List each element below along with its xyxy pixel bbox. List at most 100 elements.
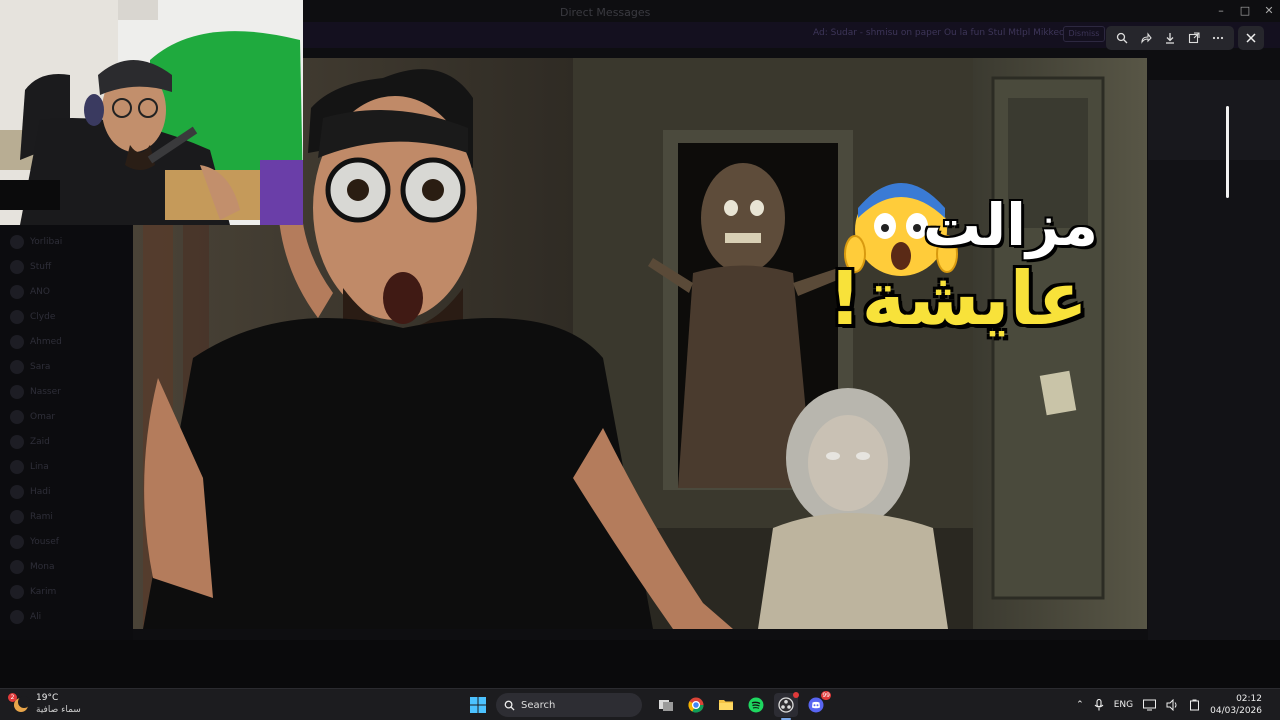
sidebar-dm-item[interactable]: Ali	[10, 608, 128, 626]
sidebar-dm-label: Karim	[30, 587, 57, 597]
sidebar-dm-item[interactable]: Mona	[10, 558, 128, 576]
avatar	[10, 260, 24, 274]
avatar	[10, 410, 24, 424]
weather-widget[interactable]: 2 19°C سماء صافية	[8, 692, 81, 716]
more-icon[interactable]	[1208, 28, 1228, 48]
sidebar-dm-item[interactable]: Yorlibai	[10, 233, 128, 251]
sidebar-dm-label: Clyde	[30, 312, 56, 322]
avatar	[10, 535, 24, 549]
language-indicator[interactable]: ENG	[1114, 700, 1133, 710]
background-sidebar: Yorlibai Stuff ANO Clyde Ahmed Sara Nasser Omar…	[0, 225, 133, 645]
sidebar-dm-item[interactable]: Zaid	[10, 433, 128, 451]
avatar	[10, 435, 24, 449]
open-external-icon[interactable]	[1184, 28, 1204, 48]
sidebar-dm-item[interactable]: Sara	[10, 358, 128, 376]
task-view-icon	[659, 700, 673, 711]
sidebar-dm-item[interactable]: Nasser	[10, 383, 128, 401]
taskbar-apps: Search 99	[466, 691, 831, 720]
sidebar-dm-label: Stuff	[30, 262, 52, 272]
background-footer	[0, 640, 1280, 688]
forward-icon[interactable]	[1136, 28, 1156, 48]
avatar	[10, 585, 24, 599]
discord-icon	[808, 697, 824, 713]
windows-start-button[interactable]	[466, 693, 490, 717]
weather-text: 19°C سماء صافية	[36, 692, 81, 716]
image-viewer-toolbar	[1106, 26, 1234, 50]
avatar	[10, 335, 24, 349]
weather-description: سماء صافية	[36, 705, 81, 715]
zoom-icon[interactable]	[1112, 28, 1132, 48]
sidebar-dm-label: ANO	[30, 287, 50, 297]
download-icon[interactable]	[1160, 28, 1180, 48]
sidebar-dm-item[interactable]: Omar	[10, 408, 128, 426]
file-explorer-app[interactable]	[714, 693, 738, 717]
clock[interactable]: 02:12 04/03/2026	[1210, 693, 1262, 717]
scrollbar-thumb[interactable]	[1226, 106, 1229, 198]
webcam-feed	[0, 0, 303, 225]
thumbnail-title-line2: عايشة!	[827, 256, 1088, 342]
volume-icon[interactable]	[1166, 699, 1179, 711]
avatar	[10, 610, 24, 624]
folder-icon	[719, 700, 733, 710]
sidebar-dm-item[interactable]: Stuff	[10, 258, 128, 276]
sidebar-dm-label: Rami	[30, 512, 53, 522]
viewer-close-button[interactable]	[1238, 26, 1264, 50]
webcam-overlay	[0, 0, 303, 225]
sidebar-dm-item[interactable]: Hadi	[10, 483, 128, 501]
sidebar-dm-label: Zaid	[30, 437, 50, 447]
background-window-title: Direct Messages	[560, 6, 651, 19]
background-right-header	[1148, 80, 1280, 160]
chevron-up-icon[interactable]: ⌃	[1076, 700, 1084, 710]
discord-app[interactable]: 99	[804, 691, 831, 717]
sidebar-dm-label: Yorlibai	[30, 237, 63, 247]
sidebar-dm-item[interactable]: Rami	[10, 508, 128, 526]
sidebar-dm-item[interactable]: Yousef	[10, 533, 128, 551]
sidebar-dm-label: Lina	[30, 462, 49, 472]
spotify-icon	[748, 697, 764, 713]
screen: Direct Messages Ad: Sudar - shmisu on pa…	[0, 0, 1280, 720]
microphone-icon[interactable]	[1094, 699, 1104, 711]
thumbnail-title: مزالت عايشة!	[718, 193, 1118, 341]
avatar	[10, 460, 24, 474]
chrome-icon	[688, 697, 704, 713]
obs-icon	[778, 697, 794, 713]
sidebar-dm-item[interactable]: Karim	[10, 583, 128, 601]
sidebar-dm-item[interactable]: Ahmed	[10, 333, 128, 351]
chrome-app[interactable]	[684, 693, 708, 717]
sidebar-dm-item[interactable]: Clyde	[10, 308, 128, 326]
sidebar-dm-label: Mona	[30, 562, 55, 572]
avatar	[10, 360, 24, 374]
avatar	[10, 310, 24, 324]
avatar	[10, 285, 24, 299]
avatar	[10, 560, 24, 574]
search-label: Search	[521, 699, 556, 711]
banner-text: Ad: Sudar - shmisu on paper Ou la fun St…	[813, 28, 1065, 38]
clock-date: 04/03/2026	[1210, 706, 1262, 716]
sidebar-dm-item[interactable]: Lina	[10, 458, 128, 476]
sidebar-dm-item[interactable]: ANO	[10, 283, 128, 301]
task-view-button[interactable]	[654, 693, 678, 717]
obs-app[interactable]	[774, 692, 799, 720]
weather-badge: 2	[8, 693, 17, 702]
avatar	[10, 510, 24, 524]
taskbar-search[interactable]: Search	[496, 693, 642, 717]
taskbar: 2 19°C سماء صافية Search 99 ⌃ ENG 02:12 …	[0, 688, 1280, 720]
search-icon	[504, 700, 515, 711]
obs-live-indicator	[793, 692, 799, 698]
avatar	[10, 485, 24, 499]
window-close-button[interactable]: ✕	[1254, 0, 1280, 22]
sidebar-dm-label: Omar	[30, 412, 56, 422]
close-icon	[1246, 33, 1256, 43]
spotify-app[interactable]	[744, 693, 768, 717]
moon-icon: 2	[8, 693, 30, 713]
avatar	[10, 385, 24, 399]
background-right-panel	[1148, 80, 1280, 640]
network-icon[interactable]	[1143, 699, 1157, 711]
sidebar-dm-label: Yousef	[30, 537, 59, 547]
weather-temp: 19°C	[36, 693, 59, 703]
sidebar-dm-label: Sara	[30, 362, 51, 372]
windows-icon	[470, 697, 486, 713]
sidebar-dm-label: Nasser	[30, 387, 61, 397]
banner-dismiss-button[interactable]: Dismiss	[1063, 26, 1105, 42]
battery-icon[interactable]	[1189, 699, 1200, 711]
